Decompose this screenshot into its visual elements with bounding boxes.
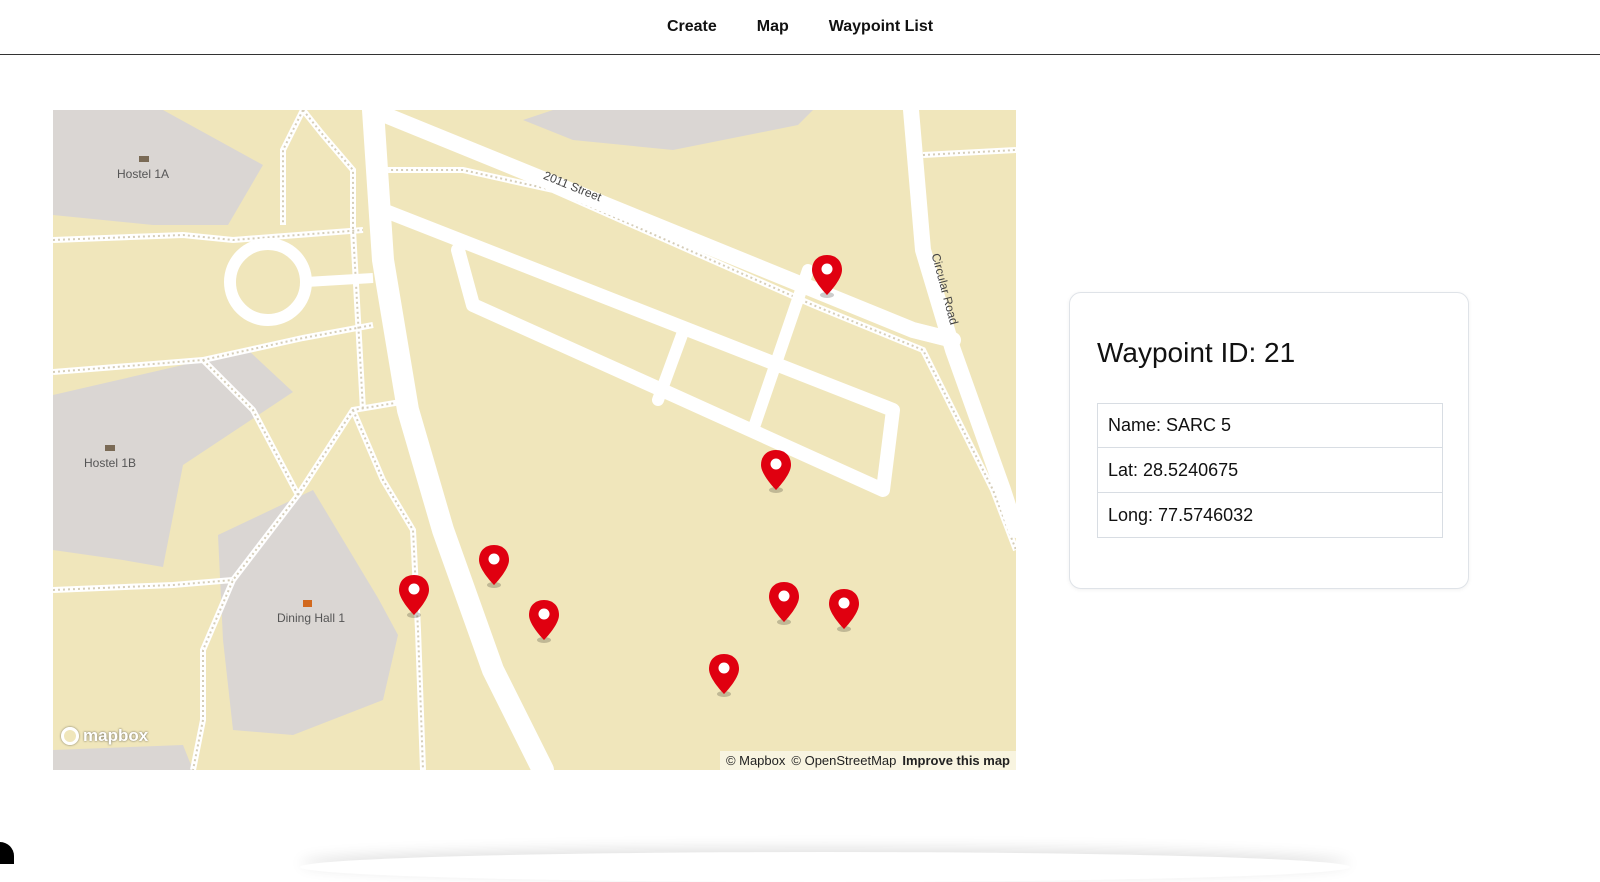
dining-hall-label: Dining Hall 1 — [277, 611, 345, 625]
top-navigation: Create Map Waypoint List — [0, 0, 1600, 55]
waypoint-info-list: Name: SARC 5 Lat: 28.5240675 Long: 77.57… — [1097, 403, 1443, 538]
map-pin-icon[interactable] — [477, 543, 511, 589]
map-pin-icon[interactable] — [827, 587, 861, 633]
map-base-layer: Hostel 1A Hostel 1B Dining Hall 1 2011 S… — [53, 110, 1016, 770]
waypoint-title: Waypoint ID: 21 — [1097, 337, 1296, 368]
map-pin-icon[interactable] — [767, 580, 801, 626]
hostel-1b-icon — [105, 445, 115, 451]
map-pin-icon[interactable] — [759, 448, 793, 494]
mapbox-logo-text: mapbox — [83, 726, 149, 745]
nav-create-link[interactable]: Create — [667, 18, 717, 36]
waypoint-name-item: Name: SARC 5 — [1097, 403, 1443, 448]
map-pin-icon[interactable] — [527, 598, 561, 644]
mapbox-logo[interactable]: mapbox — [61, 726, 148, 746]
map-view[interactable]: Hostel 1A Hostel 1B Dining Hall 1 2011 S… — [53, 110, 1016, 770]
hostel-1a-label: Hostel 1A — [117, 167, 169, 181]
hostel-1a-icon — [139, 156, 149, 162]
bottom-panel-shadow — [300, 852, 1350, 882]
attribution-osm-link[interactable]: © OpenStreetMap — [791, 753, 896, 768]
improve-map-link[interactable]: Improve this map — [902, 753, 1010, 768]
map-attribution: © Mapbox © OpenStreetMap Improve this ma… — [719, 751, 1016, 770]
hostel-1b-label: Hostel 1B — [84, 456, 136, 470]
waypoint-lat-item: Lat: 28.5240675 — [1097, 448, 1443, 493]
attribution-mapbox-link[interactable]: © Mapbox — [726, 753, 785, 768]
nav-waypoint-list-link[interactable]: Waypoint List — [829, 18, 933, 36]
mapbox-logo-icon — [61, 727, 79, 745]
waypoint-details-card: Waypoint ID: 21 Name: SARC 5 Lat: 28.524… — [1069, 292, 1469, 589]
nav-map-link[interactable]: Map — [757, 18, 789, 36]
cafe-icon — [303, 600, 312, 607]
building-bottom — [53, 745, 193, 770]
window-corner — [0, 842, 14, 864]
building-top — [523, 110, 813, 150]
roundabout — [224, 238, 312, 326]
map-pin-icon[interactable] — [810, 253, 844, 299]
map-pin-icon[interactable] — [707, 652, 741, 698]
map-pin-icon[interactable] — [397, 573, 431, 619]
waypoint-long-item: Long: 77.5746032 — [1097, 493, 1443, 538]
roads — [362, 110, 1016, 770]
